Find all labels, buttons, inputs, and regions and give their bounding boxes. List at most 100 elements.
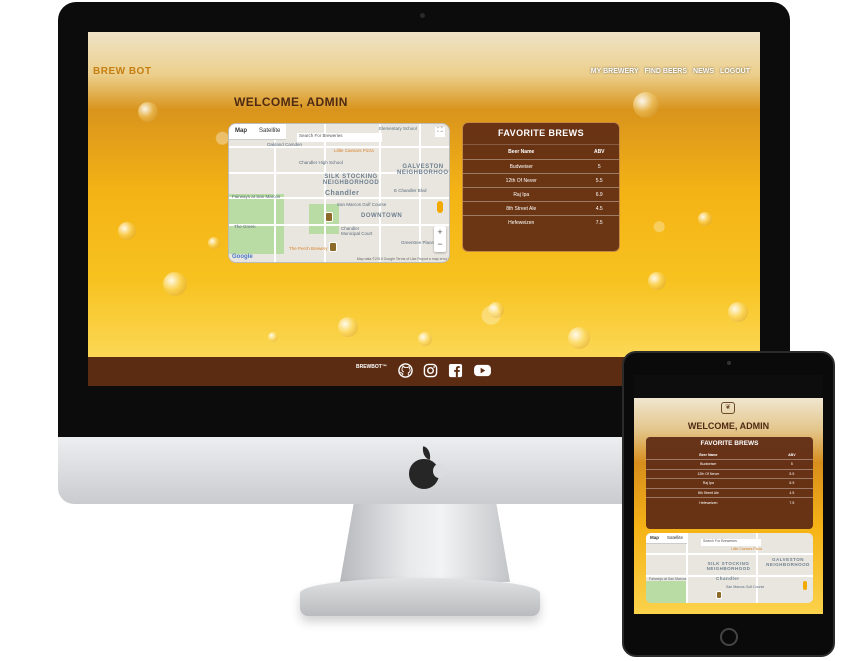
table-row[interactable]: Hefeweizen 7.5 <box>463 215 619 229</box>
table-row[interactable]: Budweiser 5 <box>463 159 619 174</box>
bubble <box>163 272 187 296</box>
map-label: Fairways at San Marcos <box>649 577 687 581</box>
map-label: Elementary School <box>379 126 417 131</box>
map-label: Little Caesars Pizza <box>334 148 374 153</box>
beer-abv: 4.5 <box>579 201 619 216</box>
brewery-map[interactable]: Map Satellite Search For Breweries ⛶ Ele… <box>228 123 450 263</box>
zoom-out-button[interactable]: − <box>434 238 446 250</box>
map-tab-map[interactable]: Map <box>646 533 663 543</box>
map-label: GALVESTON NEIGHBORHOOD <box>766 557 810 567</box>
table-row[interactable]: 12th Of Never 5.5 <box>646 468 813 479</box>
map-label: SILK STOCKING NEIGHBORHOOD <box>322 174 380 186</box>
favorite-brews-title: FAVORITE BREWS <box>463 123 619 145</box>
map-label: The Green <box>234 224 256 229</box>
map-label: Greentree Place <box>401 240 434 245</box>
map-canvas: Elementary School Oakland Camden Little … <box>229 124 449 262</box>
footer-brand: BREWBOT™ <box>356 364 387 370</box>
bubble <box>568 327 590 349</box>
map-label: Chandler <box>716 576 740 581</box>
hops-logo-icon[interactable]: ❦ <box>721 402 735 414</box>
road <box>379 124 381 262</box>
table-row[interactable]: Hefeweizen 7.5 <box>646 497 813 507</box>
map-type-tabs: Map Satellite <box>229 124 287 140</box>
map-label: SILK STOCKING NEIGHBORHOOD <box>706 561 751 571</box>
map-label: E Chandler Blvd <box>394 188 427 193</box>
brewery-pin-icon[interactable] <box>329 242 337 252</box>
beer-abv: 6.9 <box>770 478 813 489</box>
map-label: San Marcos Golf Course <box>337 202 387 207</box>
bubble <box>698 212 712 226</box>
map-label: DOWNTOWN <box>361 213 403 219</box>
beer-name: Raj Ipa <box>463 187 580 202</box>
brewery-pin-icon[interactable] <box>325 212 333 222</box>
nav-find-beers[interactable]: FIND BEERS <box>645 68 687 75</box>
nav-links: MY BREWERY FIND BEERS NEWS LOGOUT <box>591 68 750 75</box>
map-tab-map[interactable]: Map <box>229 124 253 139</box>
table-row[interactable]: Raj Ipa 6.9 <box>646 478 813 489</box>
bubble <box>648 272 666 290</box>
bubble <box>208 237 220 249</box>
fullscreen-icon[interactable]: ⛶ <box>435 127 445 137</box>
table-row[interactable]: 8th Street Ale 4.5 <box>646 487 813 498</box>
ipad-top-bar <box>634 375 823 398</box>
beer-abv: 5 <box>770 459 813 470</box>
favorite-brews-card: FAVORITE BREWS Beer Name ABV Budweiser 5 … <box>646 437 813 529</box>
imac-stand-foot <box>300 578 540 616</box>
nav-my-brewery[interactable]: MY BREWERY <box>591 68 639 75</box>
table-row[interactable]: Budweiser 5 <box>646 459 813 470</box>
beer-abv: 5 <box>579 159 619 174</box>
google-logo: Google <box>232 254 253 260</box>
beer-name: 8th Street Ale <box>646 487 771 498</box>
facebook-icon[interactable] <box>448 363 463 378</box>
pegman-icon[interactable] <box>437 201 443 213</box>
bubble <box>268 332 278 342</box>
favorite-brews-table: Beer Name ABV Budweiser 5 12th Of Never 5.… <box>646 451 813 507</box>
nav-logout[interactable]: LOGOUT <box>720 68 750 75</box>
bubble <box>118 222 136 240</box>
beer-abv: 5.5 <box>579 173 619 188</box>
beer-name: 8th Street Ale <box>463 201 580 216</box>
map-tab-satellite[interactable]: Satellite <box>253 124 286 139</box>
site-navbar: BREW BOT MY BREWERY FIND BEERS NEWS LOGO… <box>88 60 760 86</box>
map-label: Fairways at San Marcos <box>232 194 281 199</box>
ipad-camera <box>727 361 731 365</box>
map-type-tabs: Map Satellite <box>646 533 688 544</box>
beer-name: 12th Of Never <box>646 468 771 479</box>
map-attribution[interactable]: Map data ©2019 Google Terms of Use Repor… <box>357 257 447 261</box>
table-row[interactable]: Raj Ipa 6.9 <box>463 187 619 202</box>
welcome-heading: WELCOME, ADMIN <box>234 95 348 109</box>
apple-logo-icon <box>407 446 445 491</box>
park-area <box>646 581 686 603</box>
map-search-input[interactable]: Search For Breweries <box>297 133 382 142</box>
bubble <box>338 317 358 337</box>
favorite-brews-title: FAVORITE BREWS <box>700 440 759 447</box>
column-header: Beer Name <box>699 453 718 457</box>
ipad-screen: ❦ WELCOME, ADMIN FAVORITE BREWS Beer Nam… <box>634 375 823 614</box>
brand-logo[interactable]: BREW BOT <box>93 66 151 77</box>
road <box>646 553 813 555</box>
bubble <box>633 92 659 118</box>
road <box>229 224 449 226</box>
zoom-control: + − <box>434 226 446 252</box>
youtube-icon[interactable] <box>473 363 492 378</box>
map-search-input[interactable]: Search For Breweries <box>701 539 761 546</box>
beer-abv: 6.9 <box>579 187 619 202</box>
map-label: GALVESTON NEIGHBORHOOD <box>397 164 450 176</box>
column-header: Beer Name <box>508 149 535 155</box>
instagram-icon[interactable] <box>423 363 438 378</box>
map-label: Chandler High School <box>299 160 343 165</box>
nav-news[interactable]: NEWS <box>693 68 714 75</box>
github-icon[interactable] <box>398 363 413 378</box>
zoom-in-button[interactable]: + <box>434 226 446 238</box>
imac-stand-neck <box>340 504 510 582</box>
table-row[interactable]: 12th Of Never 5.5 <box>463 173 619 188</box>
table-row[interactable]: 8th Street Ale 4.5 <box>463 201 619 216</box>
beer-name: 12th Of Never <box>463 173 580 188</box>
map-tab-satellite[interactable]: Satellite <box>663 533 687 543</box>
column-header: ABV <box>788 453 796 457</box>
pegman-icon[interactable] <box>803 581 807 590</box>
beer-abv: 7.5 <box>770 497 813 507</box>
brewery-pin-icon[interactable] <box>716 591 722 599</box>
brewery-map[interactable]: Map Satellite Search For Breweries Littl… <box>646 533 813 603</box>
welcome-heading: WELCOME, ADMIN <box>687 421 770 431</box>
